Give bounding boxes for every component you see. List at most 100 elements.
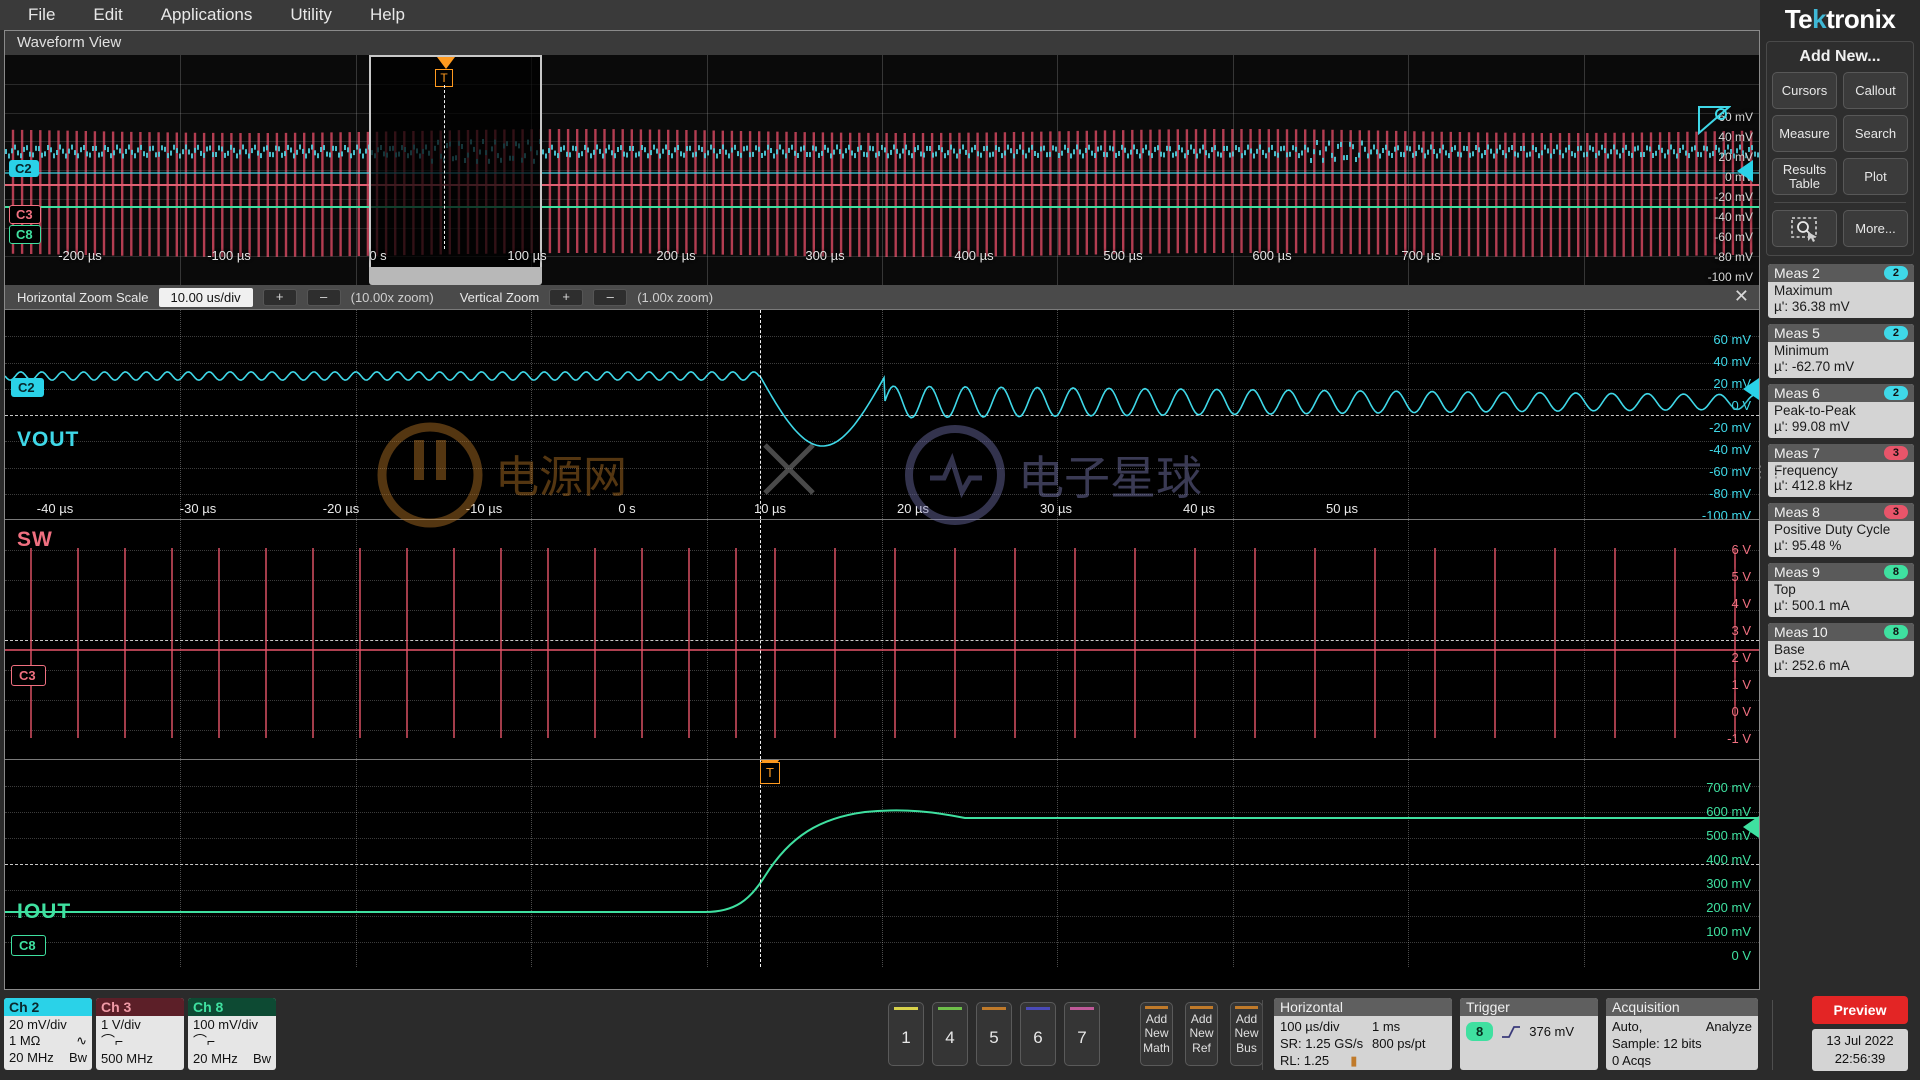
add-new-cursors-button[interactable]: Cursors	[1772, 72, 1837, 109]
overview-time-label: -200 µs	[58, 248, 102, 263]
measurement-badge[interactable]: Meas 5 2 Minimum µ': -62.70 mV	[1768, 323, 1914, 378]
overview-time-label: -100 µs	[207, 248, 251, 263]
menu-bar: File Edit Applications Utility Help	[0, 0, 1760, 30]
overview-pane[interactable]: T -200 µs -100 µs 0 s 100 µs 200 µs 300 µs 400…	[5, 55, 1759, 285]
measurement-source-chip[interactable]: 2	[1883, 385, 1908, 400]
iout-trigger-line	[760, 760, 761, 967]
zoom-region-handle[interactable]	[369, 267, 542, 285]
overview-c2-level-arrow[interactable]	[1737, 160, 1753, 182]
channel-button-7[interactable]: 7	[1064, 1002, 1100, 1066]
vertical-zoom-plus-button[interactable]: +	[549, 288, 584, 306]
overview-badge-c3[interactable]: C3	[9, 205, 41, 224]
add-new-more-button[interactable]: More...	[1843, 210, 1908, 247]
zoom-region-icon[interactable]	[1772, 210, 1837, 247]
measurement-badge[interactable]: Meas 7 3 Frequency µ': 412.8 kHz	[1768, 443, 1914, 498]
measurement-badge[interactable]: Meas 2 2 Maximum µ': 36.38 mV	[1768, 264, 1914, 318]
trigger-source-badge[interactable]: 8	[1466, 1022, 1494, 1042]
measurement-source-chip[interactable]: 8	[1883, 565, 1908, 580]
channel-button-5[interactable]: 5	[976, 1002, 1012, 1066]
zoom-pane-vout[interactable]: VOUT C2 60 mV 40 mV 20 mV 0 V -20 mV -40 mV -6…	[5, 309, 1759, 519]
overview-gridline-h	[5, 112, 1759, 114]
preview-button[interactable]: Preview	[1812, 996, 1908, 1024]
measurement-badge[interactable]: Meas 9 8 Top µ': 500.1 mA	[1768, 563, 1914, 618]
overview-badge-c8[interactable]: C8	[9, 225, 41, 244]
measurement-id: Meas 10	[1774, 624, 1828, 641]
add-new-callout-button[interactable]: Callout	[1843, 72, 1908, 109]
measurement-value: µ': 252.6 mA	[1774, 657, 1850, 673]
voltage-axis-label: 6 V	[1731, 542, 1751, 557]
time-axis-label: 10 µs	[753, 501, 787, 516]
add-new-results-table-button[interactable]: Results Table	[1772, 158, 1837, 195]
vertical-zoom-factor: (1.00x zoom)	[637, 289, 714, 305]
zoom-control-bar: Horizontal Zoom Scale 10.00 us/div + – (…	[5, 285, 1759, 309]
time-axis-label: 0 s	[618, 501, 636, 516]
measurement-source-chip[interactable]: 2	[1883, 325, 1908, 340]
trigger-title: Trigger	[1460, 998, 1598, 1016]
trigger-card[interactable]: Trigger 8 376 mV	[1460, 998, 1598, 1070]
overview-grid	[5, 55, 1759, 285]
ch8-bandwidth: 20 MHz	[193, 1050, 238, 1066]
vout-level-arrow[interactable]	[1743, 378, 1759, 400]
channel-button-1[interactable]: 1	[888, 1002, 924, 1066]
menu-item-applications[interactable]: Applications	[147, 2, 267, 28]
measurement-badge[interactable]: Meas 10 8 Base µ': 252.6 mA	[1768, 623, 1914, 677]
channel-button-label: 1	[901, 1028, 911, 1047]
add-new-math-button[interactable]: Add New Math	[1140, 1002, 1173, 1066]
add-new-secondary-grid: More...	[1772, 210, 1908, 247]
drag-handle-dots[interactable]: ⋮⋮	[1752, 465, 1784, 481]
iout-channel-name: IOUT	[17, 900, 72, 923]
measurement-header: Meas 6 2	[1768, 383, 1914, 402]
add-new-plot-button[interactable]: Plot	[1843, 158, 1908, 195]
channel-button-6[interactable]: 6	[1020, 1002, 1056, 1066]
iout-channel-badge[interactable]: C8	[11, 935, 46, 956]
close-icon[interactable]: ✕	[1734, 287, 1749, 305]
zoom-cursor-icon[interactable]	[1697, 105, 1731, 135]
channel-card-ch2[interactable]: Ch 2 20 mV/div 1 MΩ ∿ 20 MHz Bw	[4, 998, 92, 1070]
add-new-search-button[interactable]: Search	[1843, 115, 1908, 152]
channel-color-bar	[1026, 1007, 1050, 1010]
add-new-bus-button[interactable]: Add New Bus	[1230, 1002, 1263, 1066]
ch2-coupling: 1 MΩ	[9, 1033, 41, 1049]
measurement-source-chip[interactable]: 8	[1883, 625, 1908, 640]
acquisition-mode: Auto,	[1612, 1019, 1643, 1034]
sw-channel-badge[interactable]: C3	[11, 665, 46, 686]
measurement-body: Frequency µ': 412.8 kHz	[1768, 462, 1914, 498]
menu-item-file[interactable]: File	[14, 2, 69, 28]
add-new-measure-button[interactable]: Measure	[1772, 115, 1837, 152]
acquisition-card[interactable]: Acquisition Auto, Analyze Sample: 12 bits…	[1606, 998, 1758, 1070]
menu-item-help[interactable]: Help	[356, 2, 419, 28]
iout-level-arrow[interactable]	[1743, 816, 1759, 838]
horizontal-zoom-minus-button[interactable]: –	[306, 288, 341, 306]
add-new-ref-button[interactable]: Add New Ref	[1185, 1002, 1218, 1066]
horizontal-zoom-scale-value[interactable]: 10.00 us/div	[158, 287, 253, 307]
measurement-source-chip[interactable]: 3	[1883, 505, 1908, 520]
menu-item-edit[interactable]: Edit	[79, 2, 136, 28]
horizontal-zoom-plus-button[interactable]: +	[262, 288, 297, 306]
measurement-source-chip[interactable]: 2	[1883, 266, 1908, 280]
channel-card-ch8[interactable]: Ch 8 100 mV/div ⌒⌐ 20 MHz Bw	[188, 998, 276, 1070]
measurement-source-chip[interactable]: 3	[1883, 445, 1908, 460]
zoom-pane-sw[interactable]: SW C3 6 V5 V4 V3 V2 V1 V0 V-1 V-2 V	[5, 519, 1759, 759]
vout-channel-badge[interactable]: C2	[11, 378, 44, 397]
horizontal-card[interactable]: Horizontal 100 µs/div 1 ms SR: 1.25 GS/s 8…	[1274, 998, 1452, 1070]
measurement-id: Meas 9	[1774, 564, 1820, 581]
channel-button-4[interactable]: 4	[932, 1002, 968, 1066]
channel-card-ch3[interactable]: Ch 3 1 V/div ⌒⌐ 500 MHz	[96, 998, 184, 1070]
vertical-zoom-minus-button[interactable]: –	[593, 288, 628, 306]
voltage-axis-label: -60 mV	[1709, 464, 1751, 479]
trigger-position-icon: ▮	[1350, 1053, 1358, 1069]
add-new-panel: Add New... Cursors Callout Measure Searc…	[1766, 41, 1914, 256]
measurement-badge[interactable]: Meas 6 2 Peak-to-Peak µ': 99.08 mV	[1768, 383, 1914, 438]
zoom-pane-iout[interactable]: T IOUT C8 700 mV 600 mV 500 mV 400 mV 300 mV…	[5, 759, 1759, 967]
measurement-badge[interactable]: Meas 8 3 Positive Duty Cycle µ': 95.48 %	[1768, 503, 1914, 558]
zoom-region-box[interactable]	[369, 55, 542, 267]
measurement-badge-list: Meas 2 2 Maximum µ': 36.38 mV Meas 5 2 Minimum…	[1768, 264, 1914, 677]
overview-badge-c2[interactable]: C2	[9, 160, 39, 177]
date-time-display[interactable]: 13 Jul 2022 22:56:39	[1812, 1029, 1908, 1071]
measurement-value: µ': 412.8 kHz	[1774, 478, 1853, 494]
menu-item-utility[interactable]: Utility	[276, 2, 346, 28]
measurement-header: Meas 9 8	[1768, 563, 1914, 582]
voltage-axis-label: 4 V	[1731, 596, 1751, 611]
trigger-marker-icon	[437, 57, 455, 69]
iout-trigger-badge[interactable]: T	[760, 762, 780, 784]
